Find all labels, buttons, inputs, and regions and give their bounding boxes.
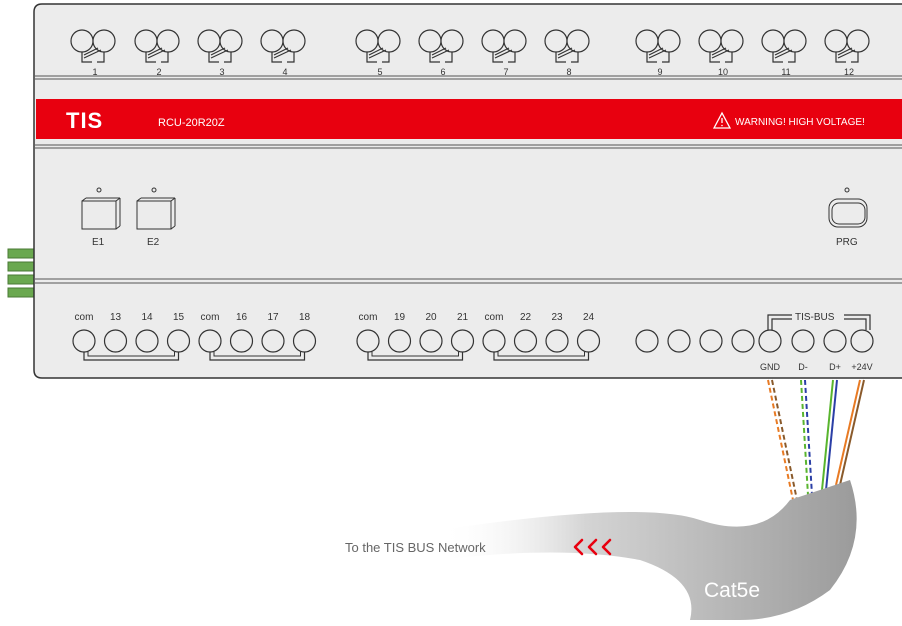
relay-number-label: 10 (718, 67, 728, 77)
e2-label: E2 (147, 237, 160, 248)
input-terminal-label: 21 (457, 312, 469, 323)
spare-terminal (635, 329, 659, 353)
input-terminal-label: 18 (299, 312, 311, 323)
spare-terminal (699, 329, 723, 353)
input-terminal (576, 329, 601, 353)
bus-terminal (850, 329, 874, 353)
diagram-stage: 1 2 3 4 5 6 7 8 9 10 11 12 TIS RCU-20R20Z WARNING! … (0, 0, 902, 621)
relay-number-label: 11 (781, 67, 790, 77)
relay-number-label: 12 (844, 67, 854, 77)
din-connectors (7, 248, 37, 298)
spare-terminal (731, 329, 755, 353)
e1-label: E1 (92, 237, 105, 248)
bus-terminal-label: D+ (829, 362, 841, 372)
input-terminal (387, 329, 412, 353)
input-terminal-label: com (75, 312, 94, 323)
relay-number-label: 9 (657, 67, 662, 77)
input-terminal (356, 329, 380, 353)
input-terminal (166, 329, 191, 353)
bus-terminal (791, 329, 815, 353)
input-terminal (482, 329, 506, 353)
bus-terminal-label: +24V (851, 362, 872, 372)
relay-number-label: 1 (92, 67, 97, 77)
input-terminal-label: 19 (394, 312, 406, 323)
relay-wiring-diagram: 1 2 3 4 5 6 7 8 9 10 11 12 TIS RCU-20R20Z WARNING! … (7, 3, 902, 620)
high-voltage-warning: WARNING! HIGH VOLTAGE! (735, 117, 865, 128)
relay-number-label: 6 (440, 67, 445, 77)
relay-number-label: 4 (282, 67, 287, 77)
brand-logo: TIS (66, 108, 103, 133)
input-terminal (261, 329, 285, 353)
input-terminal (198, 329, 222, 353)
input-terminal-label: 17 (267, 312, 279, 323)
input-terminal-label: 16 (236, 312, 248, 323)
tis-bus-title: TIS-BUS (795, 312, 835, 323)
input-terminal (72, 329, 96, 353)
relay-number-label: 7 (503, 67, 508, 77)
network-label: To the TIS BUS Network (345, 540, 486, 555)
model-label: RCU-20R20Z (158, 117, 225, 129)
input-terminal (229, 329, 254, 353)
input-terminal (545, 329, 569, 353)
relay-number-label: 8 (566, 67, 571, 77)
input-terminal (135, 329, 159, 353)
input-terminal-label: 24 (583, 312, 595, 323)
input-terminal-label: 23 (551, 312, 563, 323)
input-terminal-label: 15 (173, 312, 185, 323)
relay-number-label: 2 (156, 67, 161, 77)
input-terminal (419, 329, 443, 353)
input-terminal-label: 22 (520, 312, 532, 323)
relay-number-label: 5 (377, 67, 382, 77)
input-terminal-label: 13 (110, 312, 122, 323)
input-terminal-label: 20 (425, 312, 437, 323)
bus-terminal (758, 329, 782, 353)
input-terminal (292, 329, 317, 353)
input-terminal-label: 14 (141, 312, 153, 323)
input-terminal-label: com (201, 312, 220, 323)
bus-terminal-label: GND (760, 362, 781, 372)
bus-terminal-label: D- (798, 362, 808, 372)
input-terminal (513, 329, 538, 353)
cable-label: Cat5e (704, 579, 760, 602)
prg-label: PRG (836, 237, 858, 248)
bus-terminal (823, 329, 847, 353)
input-terminal-label: com (485, 312, 504, 323)
spare-terminal (667, 329, 691, 353)
input-terminal (450, 329, 475, 353)
input-terminal (103, 329, 128, 353)
relay-number-label: 3 (219, 67, 224, 77)
cat5e-cable (440, 480, 857, 620)
input-terminal-label: com (359, 312, 378, 323)
